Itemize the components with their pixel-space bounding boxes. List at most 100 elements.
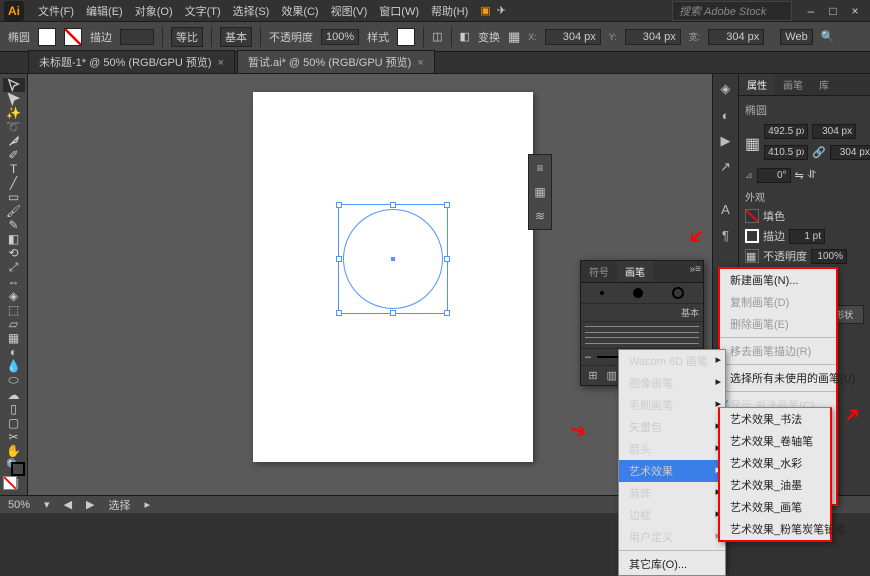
basic-drop[interactable]: 基本 bbox=[220, 27, 252, 47]
rotate-field[interactable] bbox=[757, 168, 791, 183]
type-icon[interactable]: A bbox=[717, 200, 735, 218]
scale-tool[interactable]: ⤢ bbox=[3, 260, 25, 275]
mi-art-watercolor[interactable]: 艺术效果_水彩 bbox=[720, 452, 830, 474]
window-min[interactable]: – bbox=[800, 4, 822, 18]
mi-arrows[interactable]: 箭头▸ bbox=[619, 438, 725, 460]
stroke-swatch[interactable] bbox=[64, 28, 82, 46]
handle[interactable] bbox=[444, 310, 450, 316]
menu-file[interactable]: 文件(F) bbox=[32, 3, 80, 19]
share-icon[interactable]: ↗ bbox=[717, 158, 735, 176]
selection-tool[interactable] bbox=[3, 78, 25, 92]
shaper-tool[interactable]: ✎ bbox=[3, 218, 25, 232]
pen-tool[interactable] bbox=[3, 134, 25, 148]
graph-tool[interactable]: ▯ bbox=[3, 402, 25, 416]
y-input[interactable] bbox=[625, 29, 681, 45]
eyedropper-tool[interactable]: 💧 bbox=[3, 359, 25, 373]
style-swatch[interactable] bbox=[397, 28, 415, 46]
width-tool[interactable]: ⇔ bbox=[3, 275, 25, 289]
brush-tool[interactable]: 🖌 bbox=[3, 204, 25, 218]
cloud-icon[interactable]: ✈ bbox=[497, 4, 506, 17]
handle[interactable] bbox=[444, 202, 450, 208]
status-chevron-icon[interactable]: ▸ bbox=[145, 498, 151, 511]
mi-art-calligraphic[interactable]: 艺术效果_书法 bbox=[720, 408, 830, 430]
flip-v-icon[interactable]: ⥯ bbox=[808, 169, 816, 182]
mi-new-brush[interactable]: 新建画笔(N)... bbox=[720, 269, 836, 291]
mi-other-lib[interactable]: 其它库(O)... bbox=[619, 553, 725, 575]
fill-swatch[interactable] bbox=[38, 28, 56, 46]
tab-brushes[interactable]: 画笔 bbox=[617, 261, 653, 282]
tab-artboard[interactable]: 画笔 bbox=[775, 74, 811, 95]
tab-symbols[interactable]: 符号 bbox=[581, 261, 617, 282]
menu-window[interactable]: 窗口(W) bbox=[373, 3, 425, 19]
menu-type[interactable]: 文字(T) bbox=[179, 3, 227, 19]
mi-select-unused[interactable]: 选择所有未使用的画笔(U) bbox=[720, 367, 836, 389]
mi-decor[interactable]: 装饰▸ bbox=[619, 482, 725, 504]
rotate-tool[interactable]: ⟲ bbox=[3, 246, 25, 260]
stroke-box[interactable] bbox=[11, 462, 25, 476]
mi-art-ink[interactable]: 艺术效果_油墨 bbox=[720, 474, 830, 496]
handle[interactable] bbox=[390, 202, 396, 208]
menu-view[interactable]: 视图(V) bbox=[325, 3, 374, 19]
anchor-icon[interactable]: ▦ bbox=[508, 29, 520, 45]
mi-vector[interactable]: 矢量包▸ bbox=[619, 416, 725, 438]
chain-icon[interactable]: 🔗 bbox=[812, 146, 826, 159]
mesh-tool[interactable]: ▦ bbox=[3, 331, 25, 345]
nav-prev-icon[interactable]: ◀ bbox=[64, 498, 72, 511]
artboard-tool[interactable]: ▢ bbox=[3, 416, 25, 430]
x-field[interactable] bbox=[764, 124, 808, 139]
opacity-drop[interactable]: 100% bbox=[321, 29, 359, 45]
mi-art-scroll[interactable]: 艺术效果_卷轴笔 bbox=[720, 430, 830, 452]
fill-swatch-sm[interactable] bbox=[745, 209, 759, 223]
zoom-out-icon[interactable]: – bbox=[585, 351, 591, 363]
type-tool[interactable]: T bbox=[3, 162, 25, 176]
close-icon[interactable]: × bbox=[417, 57, 423, 69]
free-transform-tool[interactable]: ◈ bbox=[3, 289, 25, 303]
handle[interactable] bbox=[336, 256, 342, 262]
gradient-tool[interactable]: ◐ bbox=[3, 345, 25, 359]
mi-border[interactable]: 边框▸ bbox=[619, 504, 725, 526]
mi-art-paintbrush[interactable]: 艺术效果_画笔 bbox=[720, 496, 830, 518]
paragraph-icon[interactable]: ¶ bbox=[717, 226, 735, 244]
tab-libs[interactable]: 库 bbox=[811, 74, 837, 95]
hand-tool[interactable]: ✋ bbox=[3, 444, 25, 458]
library-menu-icon[interactable]: ⊞ bbox=[588, 369, 597, 382]
curvature-tool[interactable]: ✐ bbox=[3, 148, 25, 162]
stroke-swatch-sm[interactable] bbox=[745, 229, 759, 243]
mi-artistic[interactable]: 艺术效果▸ bbox=[619, 460, 725, 482]
search-stock[interactable]: 搜索 Adobe Stock bbox=[672, 1, 792, 21]
fill-box[interactable] bbox=[3, 476, 17, 490]
tab-doc1[interactable]: 未标题-1* @ 50% (RGB/GPU 预览)× bbox=[28, 50, 235, 73]
stroke-w-field[interactable] bbox=[789, 229, 825, 244]
align-icon[interactable]: ◫ bbox=[432, 30, 442, 43]
rect-tool[interactable]: ▭ bbox=[3, 190, 25, 204]
mi-bristle[interactable]: 毛刷画笔▸ bbox=[619, 394, 725, 416]
zoom-level[interactable]: 50% bbox=[8, 499, 30, 511]
y-field[interactable] bbox=[812, 124, 856, 139]
w-field[interactable] bbox=[764, 145, 808, 160]
blend-tool[interactable]: ⬭ bbox=[3, 373, 25, 388]
play-icon[interactable]: ▶ bbox=[717, 132, 735, 150]
close-icon[interactable]: × bbox=[218, 57, 224, 69]
stacked-icon[interactable]: ≡ bbox=[531, 159, 549, 177]
color-icon[interactable]: ◐ bbox=[717, 106, 735, 124]
anchor-widget[interactable]: ▦ bbox=[745, 134, 760, 154]
opacity-swatch[interactable]: ▦ bbox=[745, 249, 759, 263]
swatches-icon[interactable]: ▦ bbox=[531, 183, 549, 201]
menu-object[interactable]: 对象(O) bbox=[129, 3, 179, 19]
slice-tool[interactable]: ✂ bbox=[3, 430, 25, 444]
lasso-tool[interactable]: ➰ bbox=[3, 120, 25, 134]
h-field[interactable] bbox=[830, 145, 870, 160]
symbol-tool[interactable]: ☁ bbox=[3, 388, 25, 402]
search-icon[interactable]: 🔍 bbox=[821, 30, 835, 43]
nav-next-icon[interactable]: ▶ bbox=[86, 498, 94, 511]
properties-icon[interactable]: ◈ bbox=[717, 80, 735, 98]
window-close[interactable]: × bbox=[844, 4, 866, 18]
tab-properties[interactable]: 属性 bbox=[739, 74, 775, 95]
mi-art-chalk[interactable]: 艺术效果_粉笔炭笔铅笔 bbox=[720, 518, 830, 540]
shape-mode-icon[interactable]: ◧ bbox=[460, 30, 470, 43]
line-tool[interactable]: ╱ bbox=[3, 176, 25, 190]
uniform-drop[interactable]: 等比 bbox=[171, 27, 203, 47]
menu-select[interactable]: 选择(S) bbox=[227, 3, 276, 19]
window-max[interactable]: □ bbox=[822, 4, 844, 18]
handle[interactable] bbox=[444, 256, 450, 262]
